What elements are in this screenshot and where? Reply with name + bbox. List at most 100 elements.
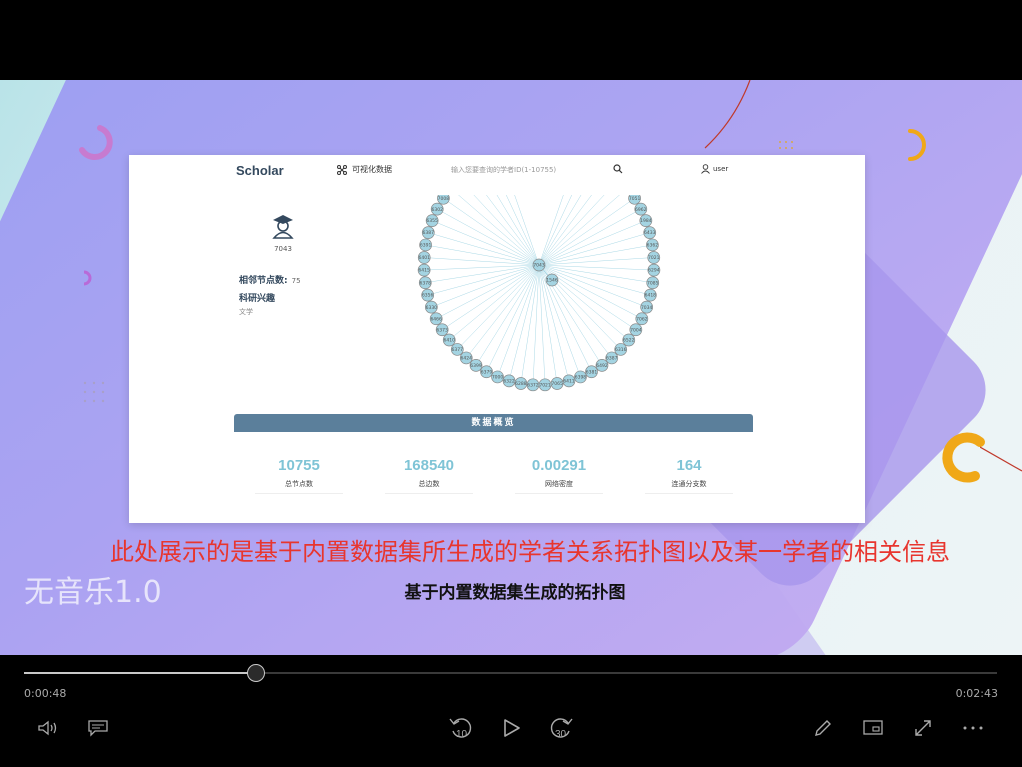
graph-edge [449, 264, 540, 341]
volume-icon [38, 720, 57, 736]
letterbox-top [0, 0, 1022, 80]
scholar-avatar-icon [272, 215, 294, 239]
graph-edge [458, 195, 540, 266]
nav-visualize-label: 可视化数据 [352, 165, 392, 174]
graph-edge [538, 244, 653, 266]
forward-button[interactable]: 30 [548, 715, 574, 741]
graph-edge [538, 257, 654, 266]
graph-node-label: 7043 [533, 263, 545, 269]
graph-node-label: 6355 [426, 218, 438, 224]
graph-node-label: 6466 [430, 316, 442, 322]
caption-main: 此处展示的是基于内置数据集所生成的学者关系拓扑图以及某一学者的相关信息 [110, 538, 950, 566]
decor-ring-icon [79, 125, 113, 161]
rewind-label: 10 [456, 729, 468, 740]
scholar-id: 7043 [274, 245, 292, 253]
rewind-10-icon: 10 [449, 718, 472, 740]
graph-node-label: 1546 [546, 278, 558, 284]
graph-node-label: 6378 [420, 280, 432, 286]
graph-node-label: 7051 [629, 196, 641, 202]
graph-node-label: 7065 [551, 381, 563, 387]
nav-visualize-link: 可视化数据 [337, 164, 392, 175]
stat-label: 总节点数 [285, 480, 313, 488]
more-icon [963, 726, 983, 730]
graph-node-label: 6399 [470, 363, 482, 369]
graph-edge [496, 195, 540, 266]
graph-edge [538, 220, 646, 266]
stat-total-nodes: 10755 总节点数 [249, 457, 349, 494]
graph-node-label: 7004 [630, 327, 642, 333]
subtitles-icon [88, 720, 108, 737]
cast-icon [863, 720, 883, 735]
graph-edge [425, 244, 540, 266]
stat-density: 0.00291 网络密度 [509, 457, 609, 494]
graph-node-label: 6330 [426, 305, 438, 311]
graph-node-label: 7008 [438, 196, 450, 202]
seek-handle[interactable] [246, 664, 265, 682]
graph-node-label: 6962 [635, 207, 647, 213]
graph-edge [457, 264, 540, 350]
graph-edge [538, 208, 641, 266]
graph-node-label: 6322 [503, 378, 515, 384]
stat-value: 164 [676, 457, 702, 474]
topology-graph: 6424649270556442641115507051696219846433… [417, 195, 661, 392]
graph-node-label: 6410 [443, 338, 455, 344]
graph-node-label: 7000 [492, 375, 504, 381]
graph-edge [538, 195, 564, 266]
graph-node-label: 6433 [644, 230, 656, 236]
graph-node-label: 6424 [461, 356, 473, 362]
fullscreen-button[interactable] [910, 715, 936, 741]
graph-edge [424, 257, 540, 266]
overview-header: 数据概览 [234, 414, 753, 432]
graph-node-label: 6387 [423, 230, 435, 236]
brand-logo: Scholar [236, 163, 284, 178]
stat-label: 连通分支数 [671, 480, 707, 488]
player-controls: 0:00:48 0:02:43 10 30 [0, 655, 1022, 767]
subtitles-button[interactable] [85, 715, 111, 741]
play-button[interactable] [498, 715, 524, 741]
graph-edge [432, 220, 540, 266]
graph-edge [538, 195, 620, 266]
user-menu: user [701, 164, 728, 174]
graph-node-label: 7062 [636, 316, 648, 322]
graph-node-label: 7021 [648, 255, 660, 261]
stat-divider [645, 493, 733, 494]
graph-edge [532, 264, 540, 385]
stat-divider [515, 493, 603, 494]
decor-line [704, 80, 751, 149]
annotate-button[interactable] [810, 715, 836, 741]
graph-node-label: 6302 [431, 207, 443, 213]
graph-node-label: 6522 [623, 338, 635, 344]
graph-node-label: 6373 [436, 327, 448, 333]
decor-dots [83, 381, 105, 403]
graph-node-label: 6294 [648, 268, 660, 274]
rewind-button[interactable]: 10 [448, 715, 474, 741]
graph-node-label: 6288 [515, 381, 527, 387]
volume-button[interactable] [35, 715, 61, 741]
neighbor-count-label: 相邻节点数: [239, 276, 288, 286]
graph-edge [443, 198, 540, 266]
graph-node-label: 6387 [606, 356, 618, 362]
stat-divider [385, 493, 473, 494]
user-label: user [713, 165, 729, 173]
more-button[interactable] [960, 715, 986, 741]
decor-dots [779, 141, 793, 149]
neighbor-count: 相邻节点数: 75 [239, 273, 301, 286]
seek-bar[interactable] [24, 664, 997, 682]
cast-button[interactable] [860, 715, 886, 741]
stat-value: 0.00291 [531, 457, 587, 474]
graph-node-label: 6381 [586, 369, 598, 375]
graph-edge [466, 264, 540, 359]
stat-total-edges: 168540 总边数 [379, 457, 479, 494]
decor-ring-icon [908, 129, 926, 161]
graph-edge [538, 195, 582, 266]
video-frame[interactable]: Scholar 可视化数据 输入您要查询的学者ID(1-10755) user … [0, 80, 1022, 655]
network-icon [337, 164, 347, 175]
seek-bar-progress [24, 672, 255, 674]
graph-node-label: 6391 [420, 243, 432, 249]
stat-label: 网络密度 [545, 480, 573, 488]
stat-value: 168540 [403, 457, 455, 474]
total-time: 0:02:43 [955, 687, 998, 700]
research-interest-label: 科研兴趣 [239, 294, 276, 304]
graph-node-label: 6377 [452, 347, 464, 353]
graph-node-label: 7085 [647, 280, 659, 286]
